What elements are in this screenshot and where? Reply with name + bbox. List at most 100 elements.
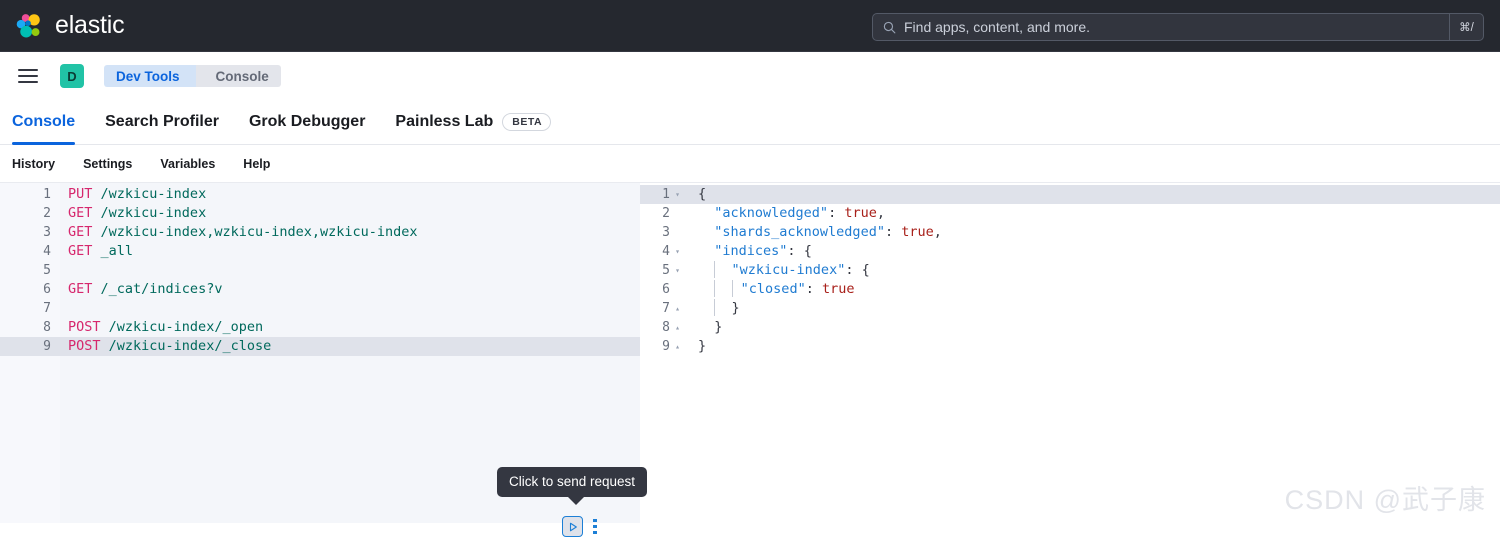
request-context-menu-button[interactable]: [590, 518, 600, 535]
json-key: "shards_acknowledged": [714, 224, 885, 240]
tab-painless-lab[interactable]: Painless Lab BETA: [395, 100, 551, 145]
request-line[interactable]: GET /wzkicu-index: [60, 204, 640, 223]
search-input[interactable]: Find apps, content, and more.: [904, 19, 1090, 35]
response-code[interactable]: { "acknowledged": true, "shards_acknowle…: [690, 183, 1500, 523]
json-punct: }: [698, 338, 706, 354]
line-number: 8: [0, 318, 60, 337]
tab-search-profiler-label: Search Profiler: [105, 113, 219, 131]
request-line[interactable]: GET /wzkicu-index,wzkicu-index,wzkicu-in…: [60, 223, 640, 242]
json-key: "wzkicu-index": [732, 262, 846, 278]
request-line[interactable]: GET /_cat/indices?v: [60, 280, 640, 299]
request-path: /wzkicu-index/_close: [109, 338, 272, 354]
tab-console-label: Console: [12, 113, 75, 131]
response-line: }: [690, 337, 1500, 356]
submenu-item-variables[interactable]: Variables: [160, 157, 215, 171]
line-number: 7▴: [640, 299, 690, 318]
json-key: "closed": [741, 281, 806, 297]
json-key: "acknowledged": [714, 205, 828, 221]
brand[interactable]: elastic: [14, 11, 124, 41]
request-line[interactable]: GET _all: [60, 242, 640, 261]
request-path: /_cat/indices?v: [101, 281, 223, 297]
brand-name: elastic: [55, 11, 124, 40]
json-key: "indices": [714, 243, 787, 259]
json-value: true: [844, 205, 877, 221]
json-punct: }: [714, 319, 722, 335]
breadcrumb-item-console[interactable]: Console: [196, 65, 281, 87]
response-line: "acknowledged": true,: [690, 204, 1500, 223]
console-submenu: History Settings Variables Help: [0, 145, 1500, 182]
http-method: POST: [68, 338, 101, 354]
global-search[interactable]: Find apps, content, and more. ⌘/: [872, 13, 1484, 41]
fold-icon[interactable]: ▴: [674, 299, 681, 318]
submenu-item-help[interactable]: Help: [243, 157, 270, 171]
request-line[interactable]: PUT /wzkicu-index: [60, 185, 640, 204]
global-header: elastic Find apps, content, and more. ⌘/: [0, 0, 1500, 52]
fold-icon[interactable]: ▴: [674, 318, 681, 337]
request-line[interactable]: POST /wzkicu-index/_open: [60, 318, 640, 337]
line-number: 7: [0, 299, 60, 318]
send-request-tooltip: Click to send request: [497, 467, 647, 497]
search-icon: [883, 21, 896, 34]
response-line: "closed": true: [690, 280, 1500, 299]
response-line: }: [690, 318, 1500, 337]
http-method: GET: [68, 281, 92, 297]
line-number: 5: [0, 261, 60, 280]
tab-grok-debugger-label: Grok Debugger: [249, 113, 365, 131]
fold-icon[interactable]: ▾: [674, 185, 681, 204]
hamburger-menu-icon[interactable]: [18, 69, 38, 83]
response-line: {: [690, 185, 1500, 204]
avatar[interactable]: D: [60, 64, 84, 88]
breadcrumb-item-dev-tools[interactable]: Dev Tools: [104, 65, 196, 87]
json-punct: {: [698, 186, 706, 202]
breadcrumb-bar: D Dev Tools Console: [0, 52, 1500, 100]
fold-icon[interactable]: ▾: [674, 261, 681, 280]
request-line[interactable]: [60, 299, 640, 318]
json-punct: }: [732, 300, 740, 316]
fold-icon[interactable]: ▾: [674, 242, 681, 261]
response-line: "wzkicu-index": {: [690, 261, 1500, 280]
line-number: 2: [640, 204, 690, 223]
line-number: 5▾: [640, 261, 690, 280]
request-path: /wzkicu-index,wzkicu-index,wzkicu-index: [101, 224, 418, 240]
line-number: 3: [0, 223, 60, 242]
line-number: 1: [0, 185, 60, 204]
line-number: 3: [640, 223, 690, 242]
line-number: 6: [0, 280, 60, 299]
play-triangle-icon: [568, 522, 578, 532]
line-number: 8▴: [640, 318, 690, 337]
json-value: true: [901, 224, 934, 240]
fold-icon[interactable]: ▴: [674, 337, 681, 356]
http-method: POST: [68, 319, 101, 335]
request-actions: [562, 516, 600, 537]
request-path: /wzkicu-index: [101, 186, 207, 202]
http-method: GET: [68, 205, 92, 221]
tab-search-profiler[interactable]: Search Profiler: [105, 100, 219, 145]
breadcrumb: Dev Tools Console: [104, 65, 281, 87]
request-line[interactable]: [60, 261, 640, 280]
line-number: 9▴: [640, 337, 690, 356]
request-line-active[interactable]: POST /wzkicu-index/_close: [60, 337, 640, 356]
tab-console[interactable]: Console: [12, 100, 75, 145]
request-path: /wzkicu-index/_open: [109, 319, 263, 335]
response-line: }: [690, 299, 1500, 318]
line-number: 1▾: [640, 185, 690, 204]
beta-badge: BETA: [502, 113, 551, 131]
line-number: 4: [0, 242, 60, 261]
json-value: true: [822, 281, 855, 297]
line-number: 4▾: [640, 242, 690, 261]
response-pane[interactable]: 1▾ 2 3 4▾ 5▾ 6 7▴ 8▴ 9▴ { "acknowledged"…: [640, 182, 1500, 523]
send-request-button[interactable]: [562, 516, 583, 537]
response-line: "indices": {: [690, 242, 1500, 261]
search-shortcut-badge: ⌘/: [1449, 14, 1483, 40]
elastic-logo-icon: [14, 11, 44, 41]
submenu-item-history[interactable]: History: [12, 157, 55, 171]
tab-grok-debugger[interactable]: Grok Debugger: [249, 100, 365, 145]
line-number: 6: [640, 280, 690, 299]
http-method: GET: [68, 243, 92, 259]
request-path: _all: [101, 243, 134, 259]
tab-bar: Console Search Profiler Grok Debugger Pa…: [0, 100, 1500, 145]
search-field[interactable]: Find apps, content, and more.: [873, 14, 1449, 40]
response-gutter: 1▾ 2 3 4▾ 5▾ 6 7▴ 8▴ 9▴: [640, 183, 690, 523]
tab-painless-lab-label: Painless Lab: [395, 113, 493, 131]
submenu-item-settings[interactable]: Settings: [83, 157, 132, 171]
